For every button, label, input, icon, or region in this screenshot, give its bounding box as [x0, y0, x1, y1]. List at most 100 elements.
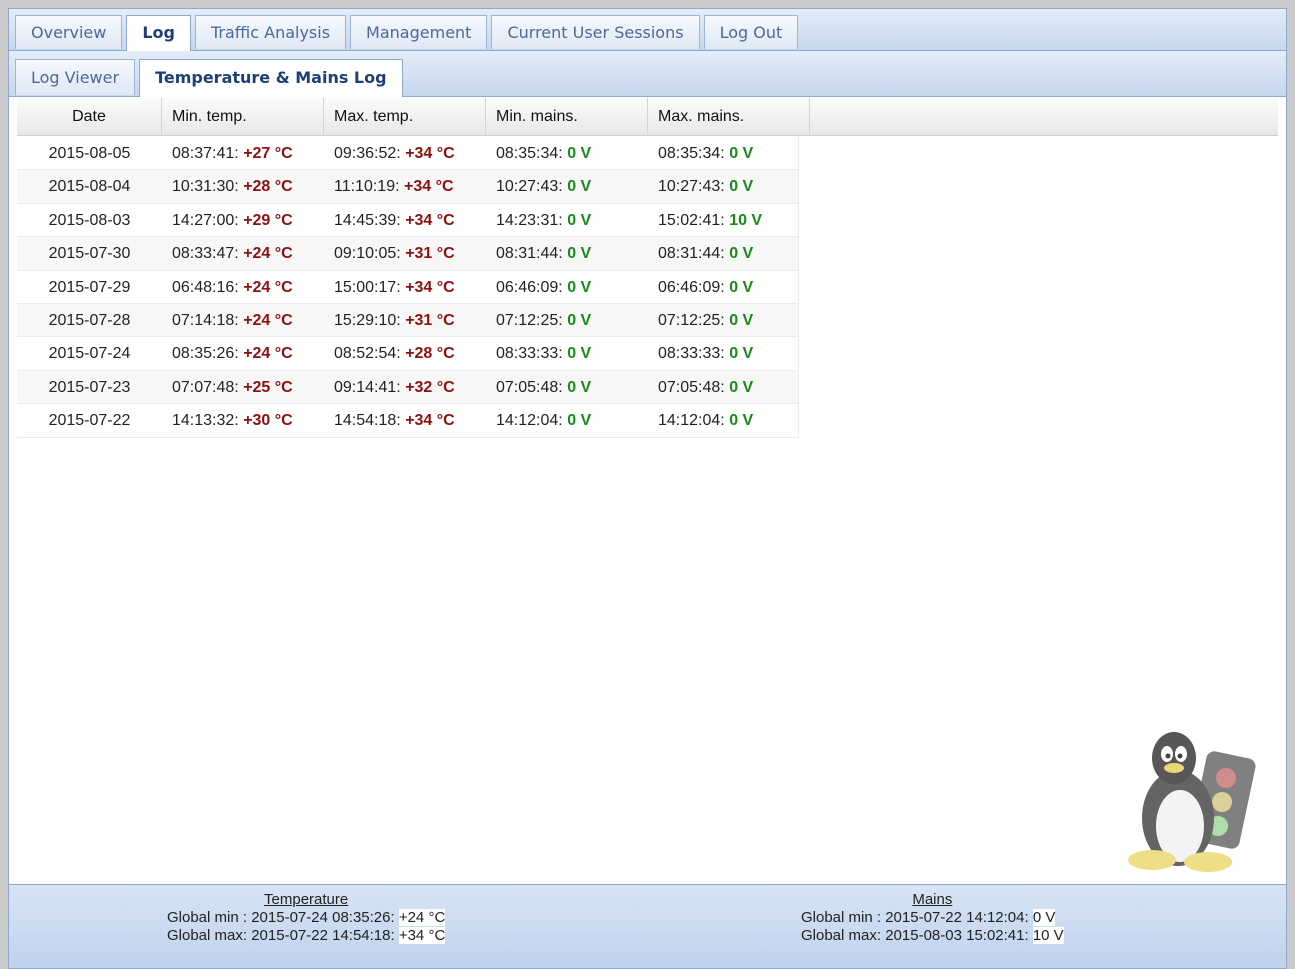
cell-max-mains-time: 07:12:25:: [658, 311, 725, 329]
column-header-min-mains[interactable]: Min. mains.: [486, 98, 648, 136]
cell-max-temp-time: 08:52:54:: [334, 345, 401, 363]
table-row[interactable]: 2015-08-05 08:37:41: +27 °C 09:36:52: +34 …: [17, 137, 799, 171]
column-header-max-mains[interactable]: Max. mains.: [648, 98, 810, 136]
cell-date: 2015-07-22: [17, 404, 162, 436]
temperature-heading: Temperature: [264, 891, 349, 908]
cell-max-temp-value: +34 °C: [404, 178, 454, 196]
cell-max-mains-time: 08:33:33:: [658, 345, 725, 363]
cell-max-mains-value: 0 V: [729, 145, 754, 162]
cell-max-mains-time: 07:05:48:: [658, 378, 725, 396]
cell-min-mains-value: 0 V: [567, 412, 592, 430]
table-row[interactable]: 2015-07-23 07:07:48: +25 °C 09:14:41: +32 …: [17, 370, 799, 405]
table-row[interactable]: 2015-08-03 14:27:00: +29 °C 14:45:39: +34 …: [17, 203, 799, 238]
cell-max-mains-value: 0 V: [729, 245, 754, 263]
cell-min-temp: 10:31:30: +28 °C: [162, 170, 324, 202]
table-row[interactable]: 2015-07-28 07:14:18: +24 °C 15:29:10: +31 …: [17, 303, 799, 338]
row-end: [798, 270, 799, 303]
cell-max-temp-time: 09:10:05:: [334, 245, 401, 263]
cell-max-temp-time: 14:45:39:: [334, 211, 401, 229]
cell-min-mains-time: 08:35:34:: [496, 145, 563, 162]
table-row[interactable]: 2015-08-04 10:31:30: +28 °C 11:10:19: +34 …: [17, 170, 799, 204]
cell-date: 2015-07-24: [17, 337, 162, 369]
cell-date: 2015-08-04: [17, 170, 162, 202]
cell-min-temp-value: +24 °C: [243, 345, 293, 363]
cell-max-mains-value: 0 V: [729, 412, 754, 430]
cell-date: 2015-08-05: [17, 137, 162, 169]
cell-min-temp: 08:35:26: +24 °C: [162, 337, 324, 369]
cell-min-mains-time: 07:05:48:: [496, 378, 563, 396]
cell-min-mains-value: 0 V: [567, 278, 592, 296]
temperature-global-min: Global min : 2015-07-24 08:35:26: +24 °C: [167, 909, 446, 927]
cell-min-temp: 14:13:32: +30 °C: [162, 404, 324, 436]
mains-global-max-value: 10 V: [1032, 927, 1064, 944]
cell-date: 2015-07-30: [17, 237, 162, 269]
tux-traffic-light-logo: [1128, 732, 1256, 872]
cell-max-temp-value: +34 °C: [405, 145, 455, 162]
cell-max-mains-time: 10:27:43:: [658, 178, 725, 196]
mains-heading: Mains: [912, 891, 953, 908]
table-row[interactable]: 2015-07-29 06:48:16: +24 °C 15:00:17: +34 …: [17, 270, 799, 304]
table-row[interactable]: 2015-07-30 08:33:47: +24 °C 09:10:05: +31 …: [17, 237, 799, 271]
tab-current-user-sessions[interactable]: Current User Sessions: [491, 15, 700, 49]
mains-global-min-value: 0 V: [1032, 909, 1056, 926]
cell-max-temp: 15:00:17: +34 °C: [324, 271, 486, 303]
cell-date: 2015-07-29: [17, 271, 162, 303]
cell-max-mains: 15:02:41: 10 V: [648, 204, 798, 236]
cell-max-mains-time: 06:46:09:: [658, 278, 725, 296]
cell-max-temp-value: +31 °C: [405, 311, 455, 329]
table-row[interactable]: 2015-07-22 14:13:32: +30 °C 14:54:18: +34 …: [17, 404, 799, 438]
tab-overview[interactable]: Overview: [15, 15, 123, 49]
cell-max-temp-value: +28 °C: [405, 345, 455, 363]
row-end: [798, 170, 799, 203]
tab-log[interactable]: Log: [126, 15, 191, 51]
tab-log-viewer[interactable]: Log Viewer: [15, 59, 136, 95]
tab-traffic-analysis[interactable]: Traffic Analysis: [194, 15, 347, 49]
temperature-summary: Temperature Global min : 2015-07-24 08:3…: [167, 891, 446, 945]
cell-min-temp-value: +27 °C: [243, 145, 293, 162]
cell-min-temp-value: +24 °C: [243, 278, 293, 296]
cell-max-temp-time: 15:00:17:: [334, 278, 401, 296]
cell-max-temp: 09:36:52: +34 °C: [324, 137, 486, 169]
cell-min-mains-value: 0 V: [567, 378, 592, 396]
cell-max-temp-value: +32 °C: [405, 378, 455, 396]
tab-temperature-mains-log[interactable]: Temperature & Mains Log: [139, 59, 403, 97]
column-header-max-temp[interactable]: Max. temp.: [324, 98, 486, 136]
cell-min-mains: 06:46:09: 0 V: [486, 271, 648, 303]
cell-date-text: 2015-08-03: [48, 211, 131, 229]
mains-global-min: Global min : 2015-07-22 14:12:04: 0 V: [801, 909, 1064, 927]
mains-global-min-label: Global min : 2015-07-22 14:12:04:: [801, 909, 1029, 926]
cell-min-temp-value: +30 °C: [243, 412, 293, 430]
cell-max-mains-time: 15:02:41:: [658, 211, 725, 229]
mains-summary: Mains Global min : 2015-07-22 14:12:04: …: [801, 891, 1064, 945]
cell-min-mains-value: 0 V: [567, 245, 592, 263]
temperature-global-max-label: Global max: 2015-07-22 14:54:18:: [167, 927, 395, 944]
cell-max-mains: 08:35:34: 0 V: [648, 137, 798, 169]
main-tabbar: Overview Log Traffic Analysis Management…: [9, 9, 1286, 51]
cell-min-mains: 14:23:31: 0 V: [486, 204, 648, 236]
cell-min-mains-value: 0 V: [567, 345, 592, 363]
cell-min-mains-time: 08:31:44:: [496, 245, 563, 263]
cell-min-temp: 06:48:16: +24 °C: [162, 271, 324, 303]
tab-log-out[interactable]: Log Out: [703, 15, 799, 49]
row-end: [798, 303, 799, 337]
cell-max-mains-value: 0 V: [729, 345, 754, 363]
column-header-date[interactable]: Date: [17, 98, 162, 136]
cell-max-mains-time: 08:35:34:: [658, 145, 725, 162]
cell-max-temp-time: 11:10:19:: [334, 178, 400, 196]
cell-min-temp-time: 06:48:16:: [172, 278, 239, 296]
cell-max-mains-time: 08:31:44:: [658, 245, 725, 263]
table-row[interactable]: 2015-07-24 08:35:26: +24 °C 08:52:54: +28 …: [17, 337, 799, 371]
cell-max-temp-value: +34 °C: [405, 211, 455, 229]
row-end: [798, 237, 799, 270]
mains-global-max-label: Global max: 2015-08-03 15:02:41:: [801, 927, 1029, 944]
cell-max-mains-value: 0 V: [729, 278, 754, 296]
cell-max-mains-value: 0 V: [729, 178, 754, 196]
cell-min-mains: 14:12:04: 0 V: [486, 404, 648, 436]
cell-min-mains-time: 07:12:25:: [496, 311, 563, 329]
tab-management[interactable]: Management: [350, 15, 488, 49]
app-window: Overview Log Traffic Analysis Management…: [8, 8, 1287, 969]
temperature-global-min-value: +24 °C: [398, 909, 446, 926]
cell-min-temp-time: 10:31:30:: [172, 178, 239, 196]
cell-min-temp-value: +28 °C: [243, 178, 293, 196]
column-header-min-temp[interactable]: Min. temp.: [162, 98, 324, 136]
